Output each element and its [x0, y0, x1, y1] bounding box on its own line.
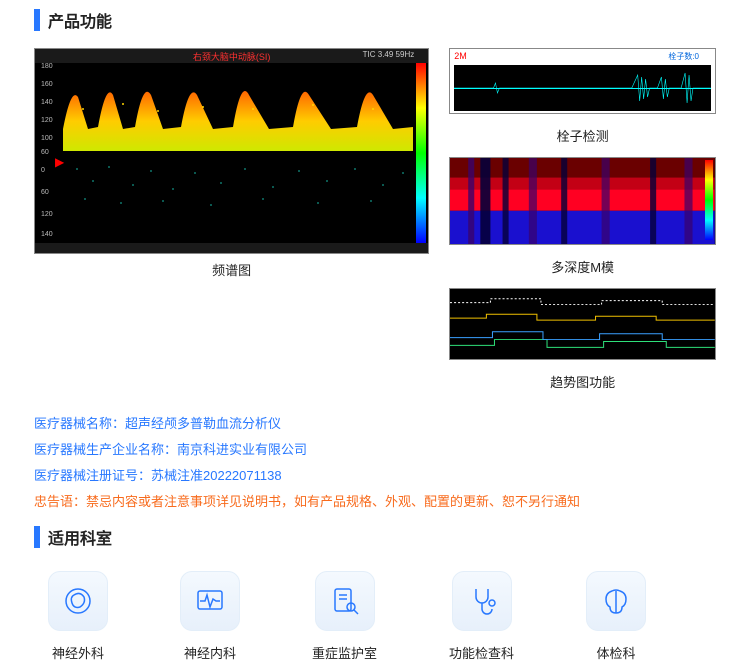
colorbar-icon [416, 63, 426, 243]
spectral-yaxis: 180160140 12010060 060120140 [37, 63, 61, 243]
spectral-waveform-top [63, 69, 413, 151]
dept-item-functional: 功能检查科 [449, 571, 514, 662]
spectral-caption: 频谱图 [34, 254, 429, 285]
functions-left-col: 右颈大脑中动脉(SI) TIC 3.49 59Hz 180160140 1201… [34, 48, 429, 397]
brain-icon [48, 571, 108, 631]
accent-bar-icon [34, 526, 40, 548]
emboli-chart: 2M 栓子数:0 [449, 48, 716, 114]
functions-right-col: 2M 栓子数:0 栓子检测 [449, 48, 716, 397]
section-header-departments: 适用科室 [0, 525, 750, 557]
info-line-name: 医疗器械名称：超声经颅多普勒血流分析仪 [34, 411, 716, 437]
dept-item-icu: 重症监护室 [312, 571, 377, 662]
trend-chart [449, 288, 716, 360]
device-info: 医疗器械名称：超声经颅多普勒血流分析仪 医疗器械生产企业名称：南京科进实业有限公… [0, 397, 750, 525]
section-title: 适用科室 [48, 525, 112, 549]
mmode-chart [449, 157, 716, 245]
dept-label: 神经外科 [52, 643, 104, 662]
mmode-heatmap [450, 158, 715, 244]
brain-icon [586, 571, 646, 631]
section-header-functions: 产品功能 [0, 0, 750, 40]
departments-row: 神经外科 神经内科 重症监护室 功能检查科 体检科 [0, 557, 750, 662]
trend-caption: 趋势图功能 [449, 366, 716, 397]
emboli-caption: 栓子检测 [449, 120, 716, 151]
dept-item-neurosurgery: 神经外科 [48, 571, 108, 662]
stethoscope-icon [452, 571, 512, 631]
info-line-reg: 医疗器械注册证号：苏械注准20222071138 [34, 463, 716, 489]
dept-label: 功能检查科 [449, 643, 514, 662]
info-line-manufacturer: 医疗器械生产企业名称：南京科进实业有限公司 [34, 437, 716, 463]
spectral-waveform-bottom [63, 159, 413, 219]
spectral-header-tic: TIC 3.49 59Hz [363, 50, 415, 59]
dept-item-checkup: 体检科 [586, 571, 646, 662]
spectral-header-title: 右颈大脑中动脉(SI) [193, 50, 271, 63]
monitor-icon [180, 571, 240, 631]
dept-label: 体检科 [597, 643, 636, 662]
trend-lines [450, 289, 715, 359]
section-title: 产品功能 [48, 8, 112, 32]
dept-item-neurology: 神经内科 [180, 571, 240, 662]
info-line-warning: 忠告语：禁忌内容或者注意事项详见说明书，如有产品规格、外观、配置的更新、恕不另行… [34, 489, 716, 515]
dept-label: 神经内科 [184, 643, 236, 662]
emboli-label-left: 2M [454, 51, 467, 61]
spectral-chart: 右颈大脑中动脉(SI) TIC 3.49 59Hz 180160140 1201… [34, 48, 429, 254]
colorbar-icon [705, 160, 713, 240]
emboli-label-right: 栓子数:0 [668, 51, 699, 62]
mmode-caption: 多深度M模 [449, 251, 716, 282]
dept-label: 重症监护室 [312, 643, 377, 662]
functions-area: 右颈大脑中动脉(SI) TIC 3.49 59Hz 180160140 1201… [0, 40, 750, 397]
accent-bar-icon [34, 9, 40, 31]
clipboard-search-icon [315, 571, 375, 631]
